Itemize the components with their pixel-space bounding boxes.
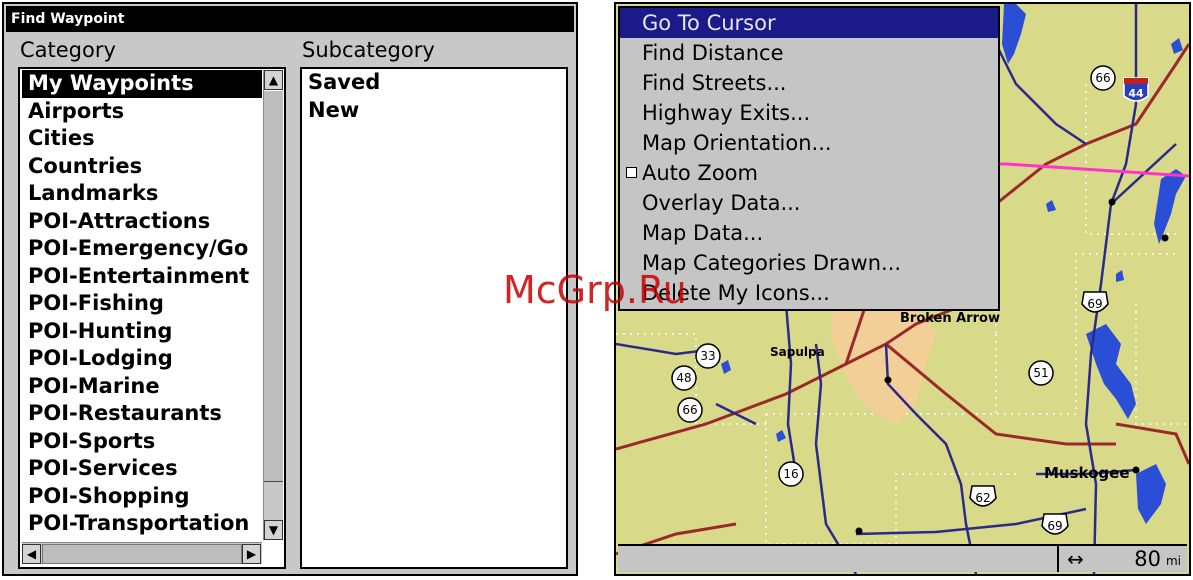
menu-item-find-streets[interactable]: Find Streets... xyxy=(620,68,998,98)
category-item[interactable]: POI-Attractions xyxy=(22,208,262,236)
us-62-shield-icon: 62 xyxy=(969,485,997,507)
menu-item-go-to-cursor[interactable]: Go To Cursor xyxy=(620,8,998,38)
map-status-bar: ↔ 80 mi xyxy=(618,544,1187,572)
menu-item-auto-zoom[interactable]: Auto Zoom xyxy=(620,158,998,188)
us-62-number: 62 xyxy=(975,491,990,505)
category-item[interactable]: POI-Sports xyxy=(22,428,262,456)
scroll-right-arrow-icon[interactable]: ▶ xyxy=(242,544,261,564)
route-51-shield-icon: 51 xyxy=(1028,360,1054,386)
route-48-shield-icon: 48 xyxy=(671,365,697,391)
menu-item-map-data[interactable]: Map Data... xyxy=(620,218,998,248)
category-item[interactable]: My Waypoints xyxy=(22,70,262,98)
category-listbox[interactable]: My Waypoints Airports Cities Countries L… xyxy=(18,67,286,569)
menu-item-overlay-data[interactable]: Overlay Data... xyxy=(620,188,998,218)
category-item[interactable]: POI-Entertainment xyxy=(22,263,262,291)
us-69-shield-icon: 69 xyxy=(1041,513,1069,535)
horizontal-scroll-thumb[interactable] xyxy=(42,544,242,564)
route-66-shield-icon: 66 xyxy=(1090,65,1116,91)
zoom-range-unit: mi xyxy=(1165,554,1181,568)
subcategory-item[interactable]: New xyxy=(302,97,566,125)
us-69-number: 69 xyxy=(1087,297,1102,311)
category-horizontal-scrollbar[interactable]: ◀ ▶ xyxy=(22,542,262,564)
range-arrow-icon: ↔ xyxy=(1067,547,1084,571)
scroll-left-arrow-icon[interactable]: ◀ xyxy=(22,544,41,564)
category-item[interactable]: POI-Fishing xyxy=(22,290,262,318)
zoom-range-indicator: ↔ 80 mi xyxy=(1057,546,1187,572)
find-waypoint-panel: Find Waypoint Category Subcategory My Wa… xyxy=(2,2,578,576)
category-item[interactable]: Countries xyxy=(22,153,262,181)
subcategory-listbox[interactable]: Saved New xyxy=(300,67,568,569)
menu-item-find-distance[interactable]: Find Distance xyxy=(620,38,998,68)
route-33-number: 33 xyxy=(700,349,715,363)
zoom-range-value: 80 xyxy=(1134,547,1161,571)
category-item[interactable]: POI-Marine xyxy=(22,373,262,401)
category-list: My Waypoints Airports Cities Countries L… xyxy=(22,70,262,540)
category-header: Category xyxy=(20,38,116,62)
us-69-shield-icon: 69 xyxy=(1081,291,1109,313)
category-item[interactable]: Airports xyxy=(22,98,262,126)
category-item[interactable]: POI-Shopping xyxy=(22,483,262,511)
route-16-number: 16 xyxy=(783,467,798,481)
map-panel[interactable]: 44 66 33 48 66 51 16 69 62 69 Broken Arr… xyxy=(614,2,1191,576)
route-33-shield-icon: 33 xyxy=(695,343,721,369)
interstate-44-number: 44 xyxy=(1128,87,1144,100)
category-vertical-scrollbar[interactable]: ▲ ▼ xyxy=(263,70,283,540)
category-item[interactable]: Cities xyxy=(22,125,262,153)
watermark-text: McGrp.Ru xyxy=(503,268,687,312)
interstate-44-shield-icon: 44 xyxy=(1123,77,1149,102)
category-item[interactable]: Landmarks xyxy=(22,180,262,208)
category-item[interactable]: POI-Hunting xyxy=(22,318,262,346)
category-item[interactable]: POI-Services xyxy=(22,455,262,483)
vertical-scroll-thumb[interactable] xyxy=(264,90,283,482)
place-label-broken-arrow: Broken Arrow xyxy=(900,311,1000,326)
place-label-muskogee: Muskogee xyxy=(1044,464,1130,482)
place-label-sapulpa: Sapulpa xyxy=(770,345,825,359)
category-item[interactable]: POI-Lodging xyxy=(22,345,262,373)
scroll-down-arrow-icon[interactable]: ▼ xyxy=(264,520,283,540)
route-66-shield-icon: 66 xyxy=(677,397,703,423)
auto-zoom-label: Auto Zoom xyxy=(642,161,758,185)
category-item[interactable]: POI-Emergency/Go xyxy=(22,235,262,263)
subcategory-header: Subcategory xyxy=(302,38,435,62)
route-16-shield-icon: 16 xyxy=(778,461,804,487)
map-context-menu: Go To Cursor Find Distance Find Streets.… xyxy=(618,6,1000,311)
panel-title: Find Waypoint xyxy=(6,6,574,32)
us-69-number: 69 xyxy=(1047,519,1062,533)
subcategory-item[interactable]: Saved xyxy=(302,69,566,97)
menu-item-highway-exits[interactable]: Highway Exits... xyxy=(620,98,998,128)
auto-zoom-checkbox[interactable] xyxy=(626,167,637,178)
menu-item-map-orientation[interactable]: Map Orientation... xyxy=(620,128,998,158)
scroll-up-arrow-icon[interactable]: ▲ xyxy=(264,70,283,90)
route-48-number: 48 xyxy=(676,371,691,385)
route-66-number: 66 xyxy=(682,403,697,417)
route-66-number: 66 xyxy=(1095,71,1110,85)
route-51-number: 51 xyxy=(1033,366,1048,380)
category-item[interactable]: POI-Restaurants xyxy=(22,400,262,428)
category-item[interactable]: POI-Transportation xyxy=(22,510,262,538)
